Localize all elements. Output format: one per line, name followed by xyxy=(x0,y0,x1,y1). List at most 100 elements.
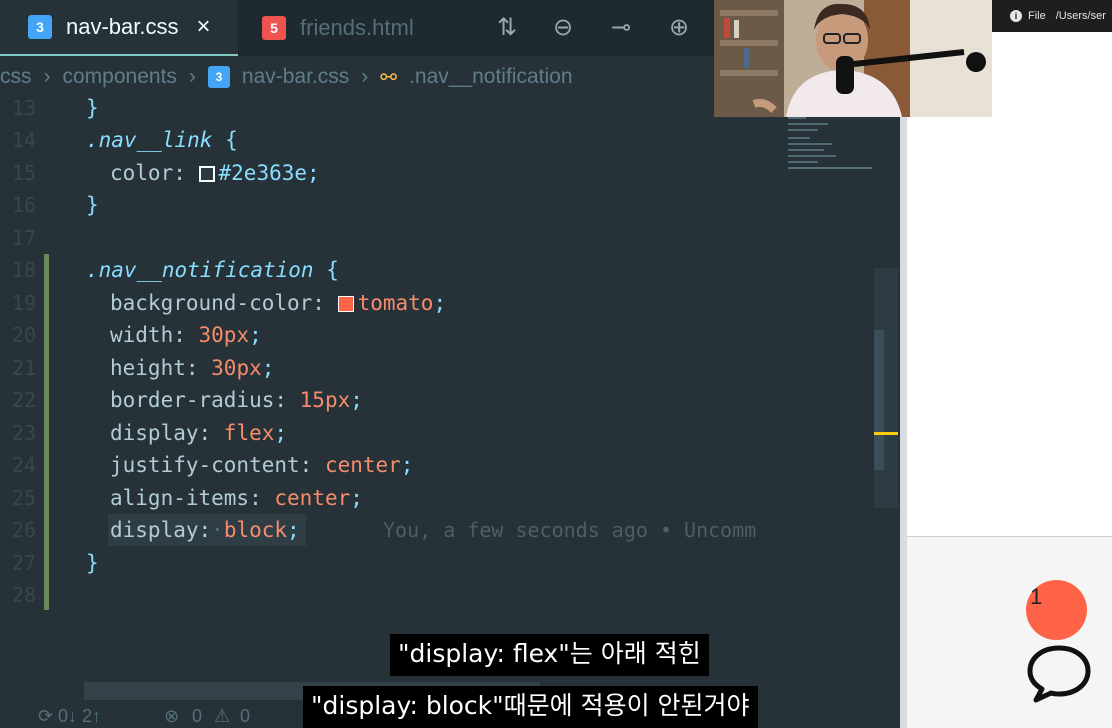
code-line: 17 xyxy=(0,222,880,254)
whitespace-dot: · xyxy=(211,518,224,542)
breadcrumb-item[interactable]: components xyxy=(63,65,177,89)
color-swatch[interactable] xyxy=(337,296,354,312)
line-text: border-radius: 15px; xyxy=(110,388,363,412)
property: display: xyxy=(110,518,212,542)
line-number: 15 xyxy=(11,161,36,185)
code-line: 20 width: 30px; xyxy=(0,319,880,351)
brace: { xyxy=(313,258,339,282)
css3-icon: 3 xyxy=(28,15,52,39)
value: 30px xyxy=(211,356,262,380)
tab-friends-html[interactable]: 5 friends.html xyxy=(238,0,458,56)
color-swatch[interactable] xyxy=(198,166,215,182)
line-text: width: 30px; xyxy=(110,323,262,347)
semicolon: ; xyxy=(433,291,447,315)
brace: } xyxy=(86,96,99,120)
chat-bubble-icon[interactable] xyxy=(1024,642,1094,704)
line-text: background-color: tomato; xyxy=(110,291,446,315)
property: align-items: xyxy=(110,486,275,510)
css3-icon: 3 xyxy=(207,66,230,88)
tab-label: nav-bar.css xyxy=(66,14,179,39)
property: display: xyxy=(110,421,224,445)
line-number: 25 xyxy=(11,486,36,510)
semicolon: ; xyxy=(350,388,363,412)
breadcrumb-item[interactable]: css xyxy=(0,65,32,89)
semicolon: ; xyxy=(274,421,288,445)
sync-status[interactable]: 0↓ 2↑ xyxy=(58,706,101,727)
error-icon[interactable]: ⊗ xyxy=(164,706,179,727)
line-number: 14 xyxy=(11,128,36,152)
tab-nav-bar-css[interactable]: 3 nav-bar.css × xyxy=(0,0,238,56)
line-number: 21 xyxy=(11,356,36,380)
webcam-video xyxy=(714,0,992,117)
notification-count: 1 xyxy=(1030,584,1043,609)
line-text: .nav__notification { xyxy=(86,258,339,282)
source-control-icon[interactable]: ⇅ xyxy=(490,10,524,44)
close-icon[interactable]: × xyxy=(197,13,211,41)
line-number: 18 xyxy=(11,258,36,282)
scrollbar-cursor-marker xyxy=(874,432,898,435)
selector: .nav__notification xyxy=(86,258,314,282)
line-number: 26 xyxy=(11,518,36,542)
url-path[interactable]: /Users/ser xyxy=(1056,10,1106,22)
line-number: 24 xyxy=(11,453,36,477)
code-line: 28 xyxy=(0,579,880,611)
minimap[interactable] xyxy=(782,115,872,177)
git-blame-annotation: You, a few seconds ago • Uncomm xyxy=(383,518,757,542)
line-text: display: flex; xyxy=(110,421,287,445)
semicolon: ; xyxy=(261,356,275,380)
property: width: xyxy=(110,323,199,347)
selector: .nav__link xyxy=(86,128,213,152)
code-line: 16 } xyxy=(0,189,880,221)
html5-icon: 5 xyxy=(262,16,286,40)
line-number: 20 xyxy=(11,323,36,347)
address-bar[interactable]: i File /Users/ser xyxy=(992,0,1112,32)
semicolon: ; xyxy=(350,486,363,510)
sync-icon[interactable]: ⟳ xyxy=(38,706,53,727)
line-text: } xyxy=(86,193,99,217)
go-back-icon[interactable]: ⊖ xyxy=(546,10,580,44)
line-text: height: 30px; xyxy=(110,356,274,380)
breadcrumb-item[interactable]: nav-bar.css xyxy=(242,65,349,89)
code-line: 14 .nav__link { xyxy=(0,124,880,156)
chevron-right-icon: › xyxy=(361,65,369,88)
warning-count: 0 xyxy=(240,706,251,726)
scrollbar-thumb[interactable] xyxy=(874,330,884,470)
warning-icon[interactable]: ⚠ xyxy=(214,706,230,727)
semicolon: ; xyxy=(400,453,414,477)
value: center xyxy=(324,453,401,477)
breadcrumb-item[interactable]: .nav__notification xyxy=(409,65,572,89)
line-text: color: #2e363e; xyxy=(110,161,320,185)
go-forward-icon[interactable]: ⊕ xyxy=(662,10,696,44)
line-number: 16 xyxy=(11,193,36,217)
timeline-icon[interactable]: ⊸ xyxy=(604,10,638,44)
semicolon: ; xyxy=(287,518,300,542)
symbol-class-icon: ⚯ xyxy=(380,66,398,89)
code-line: 15 color: #2e363e; xyxy=(0,157,880,189)
line-text: .nav__link { xyxy=(86,128,238,152)
value: flex xyxy=(223,421,275,445)
semicolon: ; xyxy=(249,323,262,347)
line-number: 27 xyxy=(11,551,36,575)
info-icon[interactable]: i xyxy=(1010,10,1022,22)
line-text: } xyxy=(86,96,99,120)
code-line: 22 border-radius: 15px; xyxy=(0,384,880,416)
line-text: } xyxy=(86,551,99,575)
value: #2e363e xyxy=(218,161,308,185)
value: 15px xyxy=(299,388,351,412)
file-label: File xyxy=(1028,10,1046,22)
line-number: 17 xyxy=(11,226,36,250)
error-count: 0 xyxy=(192,706,203,726)
line-text: display:·block; xyxy=(110,518,300,542)
line-number: 19 xyxy=(11,291,36,315)
brace: { xyxy=(212,128,238,152)
value: block xyxy=(223,518,288,542)
subtitle-line-1: "display: flex"는 아래 적힌 xyxy=(390,634,709,676)
chevron-right-icon: › xyxy=(43,65,51,88)
code-line: 21 height: 30px; xyxy=(0,352,880,384)
code-line: 27 } xyxy=(0,547,880,579)
code-line: 24 justify-content: center; xyxy=(0,449,880,481)
line-number: 22 xyxy=(11,388,36,412)
line-number: 23 xyxy=(11,421,36,445)
brace: } xyxy=(86,193,99,217)
line-number: 28 xyxy=(11,583,36,607)
